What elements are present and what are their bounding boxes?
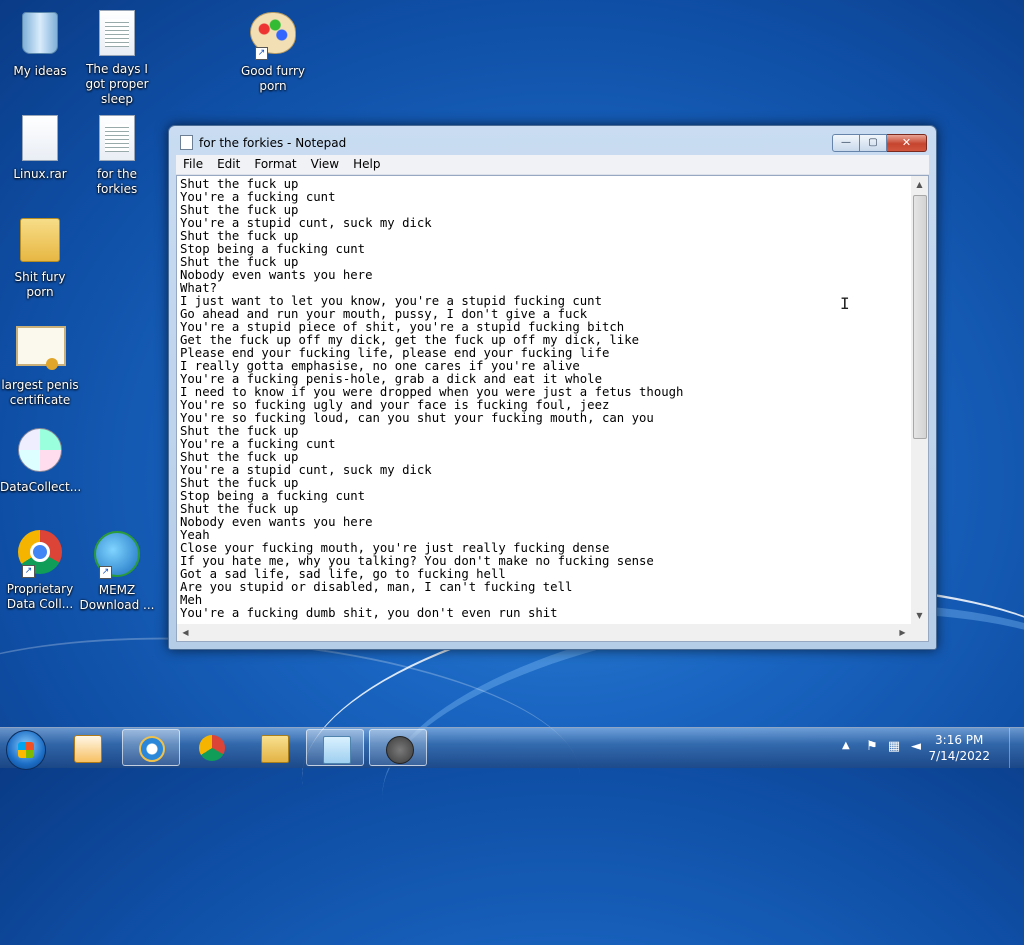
desktop-icon-for-the-forkies[interactable]: for the forkies — [77, 113, 157, 197]
show-desktop-button[interactable] — [1009, 728, 1024, 768]
internet-explorer-icon — [139, 736, 165, 762]
taskbar-notepad[interactable] — [306, 729, 364, 766]
menu-view[interactable]: View — [304, 155, 346, 174]
desktop-icon-label: The days I got proper sleep — [85, 62, 149, 106]
vertical-scrollbar[interactable]: ▲ ▼ — [911, 176, 928, 624]
menu-bar: File Edit Format View Help — [176, 155, 929, 175]
desktop-icon-label: MEMZ Download ... — [79, 583, 155, 612]
desktop-icon-shit-fury[interactable]: Shit fury porn — [0, 215, 80, 300]
scroll-up-arrow-icon[interactable]: ▲ — [911, 176, 928, 193]
text-line: Nobody even wants you here — [180, 268, 373, 282]
resize-grip[interactable] — [911, 624, 928, 641]
desktop-icon-my-ideas[interactable]: My ideas — [0, 8, 80, 79]
clock-time: 3:16 PM — [935, 733, 984, 747]
desktop-icon-label: for the forkies — [96, 167, 138, 196]
notepad-icon — [180, 135, 193, 150]
maximize-button[interactable]: ▢ — [860, 134, 887, 152]
desktop-icon-certificate[interactable]: largest penis certificate — [0, 320, 80, 408]
menu-format[interactable]: Format — [247, 155, 303, 174]
desktop-icon-label: DataCollect... — [0, 480, 82, 494]
text-content[interactable]: Shut the fuck up You're a fucking cunt Shu… — [177, 176, 911, 624]
text-document-icon — [93, 10, 141, 58]
text-line: You're a fucking dumb shit, you don't ev… — [180, 606, 558, 620]
scroll-right-arrow-icon[interactable]: ▶ — [894, 624, 911, 641]
horizontal-scrollbar[interactable]: ◀ ▶ — [177, 624, 911, 641]
flash-icon — [386, 736, 414, 764]
text-document-icon — [93, 115, 141, 163]
shortcut-arrow-icon: ↗ — [99, 566, 112, 579]
desktop-icon-memz[interactable]: ↗ MEMZ Download ... — [77, 528, 157, 613]
recycle-bin-icon — [16, 12, 64, 60]
window-title: for the forkies - Notepad — [199, 136, 347, 150]
taskbar-media-player[interactable] — [58, 729, 116, 766]
shortcut-arrow-icon: ↗ — [255, 47, 268, 60]
scroll-thumb[interactable] — [913, 195, 927, 439]
menu-file[interactable]: File — [176, 155, 210, 174]
system-tray: ▲ ⚑ ▦ ◄ 3:16 PM 7/14/2022 — [834, 728, 1024, 768]
title-bar[interactable]: for the forkies - Notepad — ▢ ✕ — [169, 126, 936, 156]
text-cursor-icon: I — [840, 294, 850, 313]
desktop-icon-label: Proprietary Data Coll... — [6, 582, 74, 611]
taskbar-internet-explorer[interactable] — [122, 729, 180, 766]
taskbar-file-explorer[interactable] — [245, 729, 303, 766]
desktop-icon-label: Linux.rar — [13, 167, 67, 181]
desktop-icon-good-furry[interactable]: ↗ Good furry porn — [233, 8, 313, 94]
desktop-icon-linux-rar[interactable]: Linux.rar — [0, 113, 80, 182]
taskbar-chrome[interactable] — [183, 729, 241, 766]
close-button[interactable]: ✕ — [887, 134, 927, 152]
window-controls: — ▢ ✕ — [832, 134, 927, 152]
shortcut-arrow-icon: ↗ — [22, 565, 35, 578]
start-button[interactable] — [6, 730, 46, 770]
clock-date: 7/14/2022 — [928, 749, 990, 763]
blank-file-icon — [16, 115, 64, 163]
chrome-icon: ↗ — [16, 530, 64, 578]
taskbar-flash[interactable] — [369, 729, 427, 766]
desktop-icon-label: Shit fury porn — [14, 270, 66, 299]
scroll-left-arrow-icon[interactable]: ◀ — [177, 624, 194, 641]
desktop-icon-label: Good furry porn — [240, 64, 305, 93]
show-hidden-icons-arrow-icon[interactable]: ▲ — [842, 740, 850, 751]
scroll-down-arrow-icon[interactable]: ▼ — [911, 607, 928, 624]
notepad-icon — [323, 736, 351, 764]
desktop-icon-label: My ideas — [13, 64, 67, 78]
minimize-button[interactable]: — — [832, 134, 860, 152]
download-globe-icon: ↗ — [93, 531, 141, 579]
text-line: Nobody even wants you here — [180, 515, 373, 529]
volume-muted-icon[interactable]: ◄ — [908, 739, 924, 755]
notepad-window[interactable]: for the forkies - Notepad — ▢ ✕ File Edi… — [168, 125, 937, 650]
clock[interactable]: 3:16 PM 7/14/2022 — [928, 732, 990, 764]
folder-icon — [261, 735, 289, 763]
text-editor-area[interactable]: Shut the fuck up You're a fucking cunt Shu… — [176, 175, 929, 642]
desktop-icon-sleep-days[interactable]: The days I got proper sleep — [77, 8, 157, 107]
action-center-flag-icon[interactable]: ⚑ — [864, 739, 880, 755]
taskbar: ▲ ⚑ ▦ ◄ 3:16 PM 7/14/2022 — [0, 727, 1024, 770]
menu-edit[interactable]: Edit — [210, 155, 247, 174]
chrome-icon — [199, 735, 225, 761]
certificate-icon — [16, 326, 66, 374]
music-folder-icon — [16, 218, 64, 266]
installer-disc-icon — [16, 428, 64, 476]
desktop-icon-label: largest penis certificate — [1, 378, 79, 407]
paint-palette-icon: ↗ — [249, 12, 297, 60]
menu-help[interactable]: Help — [346, 155, 387, 174]
network-icon[interactable]: ▦ — [886, 739, 902, 755]
desktop-icon-proprietary-data[interactable]: ↗ Proprietary Data Coll... — [0, 528, 80, 612]
desktop-icon-datacollect[interactable]: DataCollect... — [0, 425, 82, 495]
text-line: Are you stupid or disabled, man, I can't… — [180, 580, 573, 594]
media-player-icon — [74, 735, 102, 763]
